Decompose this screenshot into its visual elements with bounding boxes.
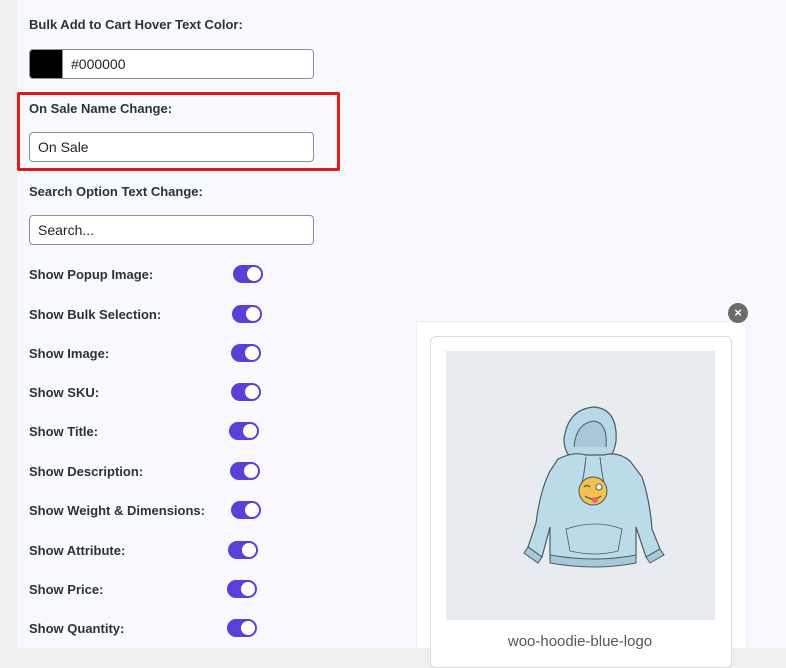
toggle-knob	[246, 307, 260, 321]
product-image	[446, 351, 715, 620]
toggle-label: Show Price:	[29, 582, 104, 597]
toggle-knob	[247, 267, 261, 281]
search-text-input[interactable]	[29, 215, 314, 245]
hoodie-illustration	[523, 406, 665, 568]
toggle-label: Show Bulk Selection:	[29, 307, 162, 322]
toggle-label: Show SKU:	[29, 385, 100, 400]
toggle-knob	[245, 346, 259, 360]
toggle-popup-image[interactable]	[233, 265, 263, 283]
toggle-title[interactable]	[229, 422, 259, 440]
close-icon[interactable]: ×	[727, 302, 749, 324]
toggle-knob	[244, 464, 258, 478]
toggle-attribute[interactable]	[228, 541, 258, 559]
toggle-sku[interactable]	[231, 383, 261, 401]
on-sale-input[interactable]	[29, 132, 314, 162]
hover-color-field[interactable]: #000000	[29, 49, 314, 79]
toggle-knob	[245, 503, 259, 517]
toggle-label: Show Description:	[29, 464, 144, 479]
color-swatch[interactable]	[30, 50, 63, 78]
color-value[interactable]: #000000	[63, 50, 126, 78]
on-sale-label: On Sale Name Change:	[29, 101, 173, 116]
toggle-label: Show Quantity:	[29, 621, 125, 636]
toggle-knob	[241, 582, 255, 596]
toggle-label: Show Popup Image:	[29, 267, 154, 282]
toggle-image[interactable]	[231, 344, 261, 362]
toggle-label: Show Weight & Dimensions:	[29, 503, 205, 518]
toggle-knob	[243, 424, 257, 438]
toggle-bulk-selection[interactable]	[232, 305, 262, 323]
toggle-knob	[241, 621, 255, 635]
toggle-knob	[245, 385, 259, 399]
toggle-label: Show Image:	[29, 346, 110, 361]
toggle-quantity[interactable]	[227, 619, 257, 637]
hover-color-label: Bulk Add to Cart Hover Text Color:	[29, 17, 243, 32]
toggle-label: Show Attribute:	[29, 543, 126, 558]
toggle-price[interactable]	[227, 580, 257, 598]
toggle-label: Show Title:	[29, 424, 99, 439]
search-text-label: Search Option Text Change:	[29, 184, 203, 199]
product-name: woo-hoodie-blue-logo	[507, 633, 653, 650]
toggle-knob	[242, 543, 256, 557]
toggle-description[interactable]	[230, 462, 260, 480]
toggle-weight-dimensions[interactable]	[231, 501, 261, 519]
